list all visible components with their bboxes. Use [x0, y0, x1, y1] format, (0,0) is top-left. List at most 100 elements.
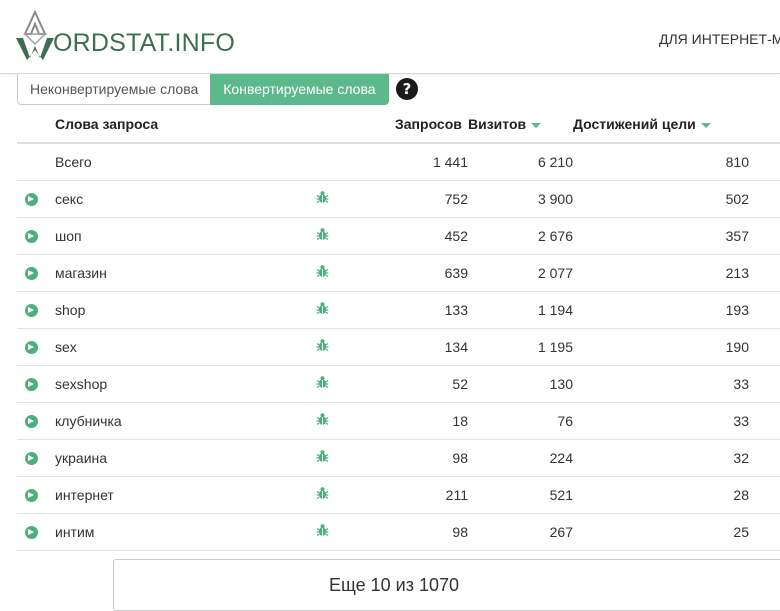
- bug-icon[interactable]: [316, 375, 329, 392]
- table-row: shop 133 1 194 193: [17, 291, 780, 329]
- row-expand-cell: [17, 365, 55, 403]
- bug-icon[interactable]: [316, 190, 329, 207]
- row-goals: 32: [573, 439, 749, 477]
- row-expand-cell: [17, 217, 55, 255]
- row-word[interactable]: shop: [55, 291, 310, 329]
- row-expand-cell: [17, 439, 55, 477]
- row-requests: 639: [395, 254, 468, 292]
- table-row: интим 98 267 25: [17, 513, 780, 551]
- header-word: Слова запроса: [55, 106, 310, 144]
- bug-icon[interactable]: [316, 227, 329, 244]
- table-header-row: Слова запроса Запросов Визитов Достижени…: [17, 106, 780, 144]
- row-bug-cell: [310, 217, 395, 255]
- row-spacer-end: [749, 476, 780, 514]
- row-goals: 25: [573, 513, 749, 551]
- arrow-circle-right-icon[interactable]: [25, 415, 38, 429]
- nav-link-internet-marketing[interactable]: ДЛЯ ИНТЕРНЕТ-М: [659, 31, 780, 47]
- total-spacer-bug: [310, 143, 395, 181]
- tab-convertible[interactable]: Конвертируемые слова: [210, 74, 389, 105]
- row-visits: 2 676: [468, 217, 573, 255]
- row-spacer-end: [749, 328, 780, 366]
- row-spacer-end: [749, 402, 780, 440]
- arrow-circle-right-icon[interactable]: [25, 526, 38, 540]
- row-word[interactable]: интернет: [55, 476, 310, 514]
- row-spacer-end: [749, 513, 780, 551]
- row-bug-cell: [310, 328, 395, 366]
- sort-down-icon: [531, 122, 542, 128]
- row-expand-cell: [17, 402, 55, 440]
- row-spacer-end: [749, 365, 780, 403]
- arrow-circle-right-icon[interactable]: [25, 452, 38, 466]
- row-visits: 1 194: [468, 291, 573, 329]
- row-bug-cell: [310, 476, 395, 514]
- row-spacer-end: [749, 180, 780, 218]
- row-word[interactable]: клубничка: [55, 402, 310, 440]
- total-spacer-end: [749, 143, 780, 181]
- header-goals[interactable]: Достижений цели: [573, 106, 749, 144]
- row-goals: 213: [573, 254, 749, 292]
- word-type-tabs: Неконвертируемые слова Конвертируемые сл…: [17, 74, 389, 106]
- row-visits: 130: [468, 365, 573, 403]
- row-visits: 521: [468, 476, 573, 514]
- row-expand-cell: [17, 328, 55, 366]
- row-spacer-end: [749, 439, 780, 477]
- row-word[interactable]: sex: [55, 328, 310, 366]
- row-bug-cell: [310, 439, 395, 477]
- row-requests: 211: [395, 476, 468, 514]
- row-visits: 224: [468, 439, 573, 477]
- header-spacer-bug: [310, 106, 395, 144]
- arrow-circle-right-icon[interactable]: [25, 341, 38, 355]
- logo-text: ORDSTAT.INFO: [53, 29, 236, 57]
- bug-icon[interactable]: [316, 338, 329, 355]
- load-more-label: Еще 10 из 1070: [329, 575, 459, 595]
- row-expand-cell: [17, 291, 55, 329]
- row-word[interactable]: магазин: [55, 254, 310, 292]
- row-bug-cell: [310, 402, 395, 440]
- row-visits: 1 195: [468, 328, 573, 366]
- bug-icon[interactable]: [316, 264, 329, 281]
- site-logo[interactable]: ORDSTAT.INFO: [15, 6, 235, 62]
- row-visits: 76: [468, 402, 573, 440]
- tab-non-convertible[interactable]: Неконвертируемые слова: [17, 74, 211, 105]
- arrow-circle-right-icon[interactable]: [25, 378, 38, 392]
- question-circle-icon[interactable]: ?: [396, 78, 418, 100]
- bug-icon[interactable]: [316, 523, 329, 540]
- row-bug-cell: [310, 513, 395, 551]
- row-expand-cell: [17, 180, 55, 218]
- row-goals: 190: [573, 328, 749, 366]
- row-word[interactable]: шоп: [55, 217, 310, 255]
- row-requests: 18: [395, 402, 468, 440]
- arrow-circle-right-icon[interactable]: [25, 267, 38, 281]
- row-word[interactable]: украина: [55, 439, 310, 477]
- row-expand-cell: [17, 254, 55, 292]
- arrow-circle-right-icon[interactable]: [25, 193, 38, 207]
- keywords-table: Слова запроса Запросов Визитов Достижени…: [17, 106, 780, 551]
- row-requests: 98: [395, 439, 468, 477]
- row-requests: 52: [395, 365, 468, 403]
- row-requests: 452: [395, 217, 468, 255]
- row-expand-cell: [17, 476, 55, 514]
- bug-icon[interactable]: [316, 301, 329, 318]
- row-expand-cell: [17, 513, 55, 551]
- row-bug-cell: [310, 254, 395, 292]
- total-spacer: [17, 143, 55, 181]
- row-word[interactable]: интим: [55, 513, 310, 551]
- arrow-circle-right-icon[interactable]: [25, 230, 38, 244]
- row-spacer-end: [749, 291, 780, 329]
- row-requests: 752: [395, 180, 468, 218]
- bug-icon[interactable]: [316, 486, 329, 503]
- row-goals: 357: [573, 217, 749, 255]
- header-visits-label: Визитов: [468, 116, 527, 132]
- arrow-circle-right-icon[interactable]: [25, 304, 38, 318]
- bug-icon[interactable]: [316, 449, 329, 466]
- row-word[interactable]: секс: [55, 180, 310, 218]
- table-row: клубничка 18 76 33: [17, 402, 780, 440]
- bug-icon[interactable]: [316, 412, 329, 429]
- sort-down-icon: [700, 122, 711, 128]
- load-more-button[interactable]: Еще 10 из 1070: [113, 559, 780, 611]
- header-requests[interactable]: Запросов: [395, 106, 468, 144]
- row-word[interactable]: sexshop: [55, 365, 310, 403]
- header-visits[interactable]: Визитов: [468, 106, 573, 144]
- arrow-circle-right-icon[interactable]: [25, 489, 38, 503]
- row-spacer-end: [749, 254, 780, 292]
